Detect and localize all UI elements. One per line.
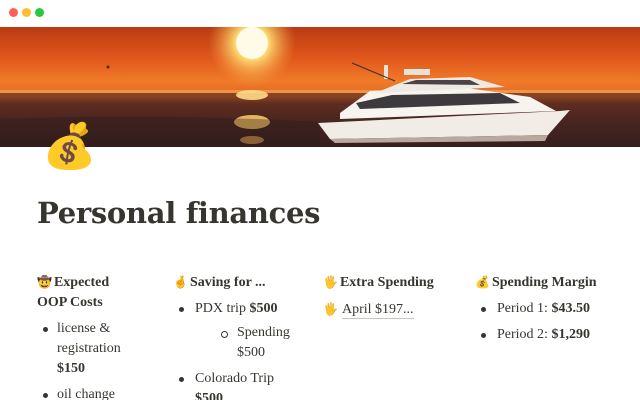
- item-label: license & registration: [57, 321, 121, 356]
- item-amount: $500: [237, 345, 265, 360]
- list-item[interactable]: oil change: [37, 385, 147, 400]
- list-item[interactable]: Colorado Trip $500: [173, 369, 298, 400]
- page-icon-glyph: 💰: [42, 121, 97, 172]
- item-amount: $1,290: [551, 327, 590, 342]
- item-label: oil change: [57, 387, 115, 400]
- spending-margin-heading[interactable]: 💰 Spending Margin: [475, 272, 625, 293]
- item-label: Colorado Trip: [195, 371, 274, 386]
- list-item[interactable]: Period 2: $1,290: [475, 325, 625, 345]
- minimize-window-button[interactable]: [22, 8, 31, 17]
- item-label: Spending: [237, 325, 290, 340]
- heading-text: Extra Spending: [339, 275, 434, 290]
- item-amount: $500: [195, 391, 223, 400]
- margin-list: Period 1: $43.50 Period 2: $1,290: [475, 299, 625, 345]
- expected-costs-list: license & registration $150 oil change: [37, 319, 147, 400]
- april-spending-link[interactable]: 🖐 April $197...: [323, 299, 453, 320]
- item-label: Period 1:: [497, 301, 552, 316]
- item-amount: $43.50: [551, 301, 590, 316]
- crossed-fingers-icon: 🤞: [173, 275, 188, 289]
- money-bag-icon: 💰: [475, 275, 490, 289]
- expected-oop-costs-heading[interactable]: 🤠 Expected OOP Costs: [37, 272, 137, 313]
- saving-for-column: 🤞 Saving for ... PDX trip $500 Spending $…: [173, 272, 298, 400]
- sub-list: Spending $500: [215, 323, 298, 363]
- saving-for-heading[interactable]: 🤞 Saving for ...: [173, 272, 298, 293]
- item-amount: $500: [249, 301, 278, 316]
- spending-margin-column: 💰 Spending Margin Period 1: $43.50 Period…: [475, 272, 625, 351]
- money-bag-icon[interactable]: 💰: [42, 118, 97, 176]
- sub-list-item[interactable]: Spending $500: [215, 323, 290, 363]
- close-window-button[interactable]: [9, 8, 18, 17]
- heading-text: Spending Margin: [491, 275, 597, 290]
- page-title[interactable]: Personal finances: [37, 196, 321, 230]
- extra-spending-column: 🖐 Extra Spending 🖐 April $197...: [323, 272, 453, 320]
- window-titlebar: [0, 0, 640, 27]
- cowboy-face-icon: 🤠: [37, 275, 52, 289]
- expected-oop-costs-column: 🤠 Expected OOP Costs license & registrati…: [37, 272, 147, 400]
- list-item[interactable]: license & registration $150: [37, 319, 129, 379]
- saving-list: PDX trip $500 Spending $500 Colorado Tri…: [173, 299, 298, 400]
- item-label: PDX trip: [195, 301, 250, 316]
- item-label: Period 2:: [497, 327, 552, 342]
- link-text: April $197...: [341, 302, 414, 319]
- item-amount: $150: [57, 361, 85, 376]
- raised-hand-icon: 🖐: [323, 302, 338, 316]
- list-item[interactable]: Period 1: $43.50: [475, 299, 625, 319]
- heading-text: Saving for ...: [189, 275, 266, 290]
- raised-hand-icon: 🖐: [323, 275, 338, 289]
- extra-spending-heading[interactable]: 🖐 Extra Spending: [323, 272, 453, 293]
- maximize-window-button[interactable]: [35, 8, 44, 17]
- list-item[interactable]: PDX trip $500 Spending $500: [173, 299, 298, 363]
